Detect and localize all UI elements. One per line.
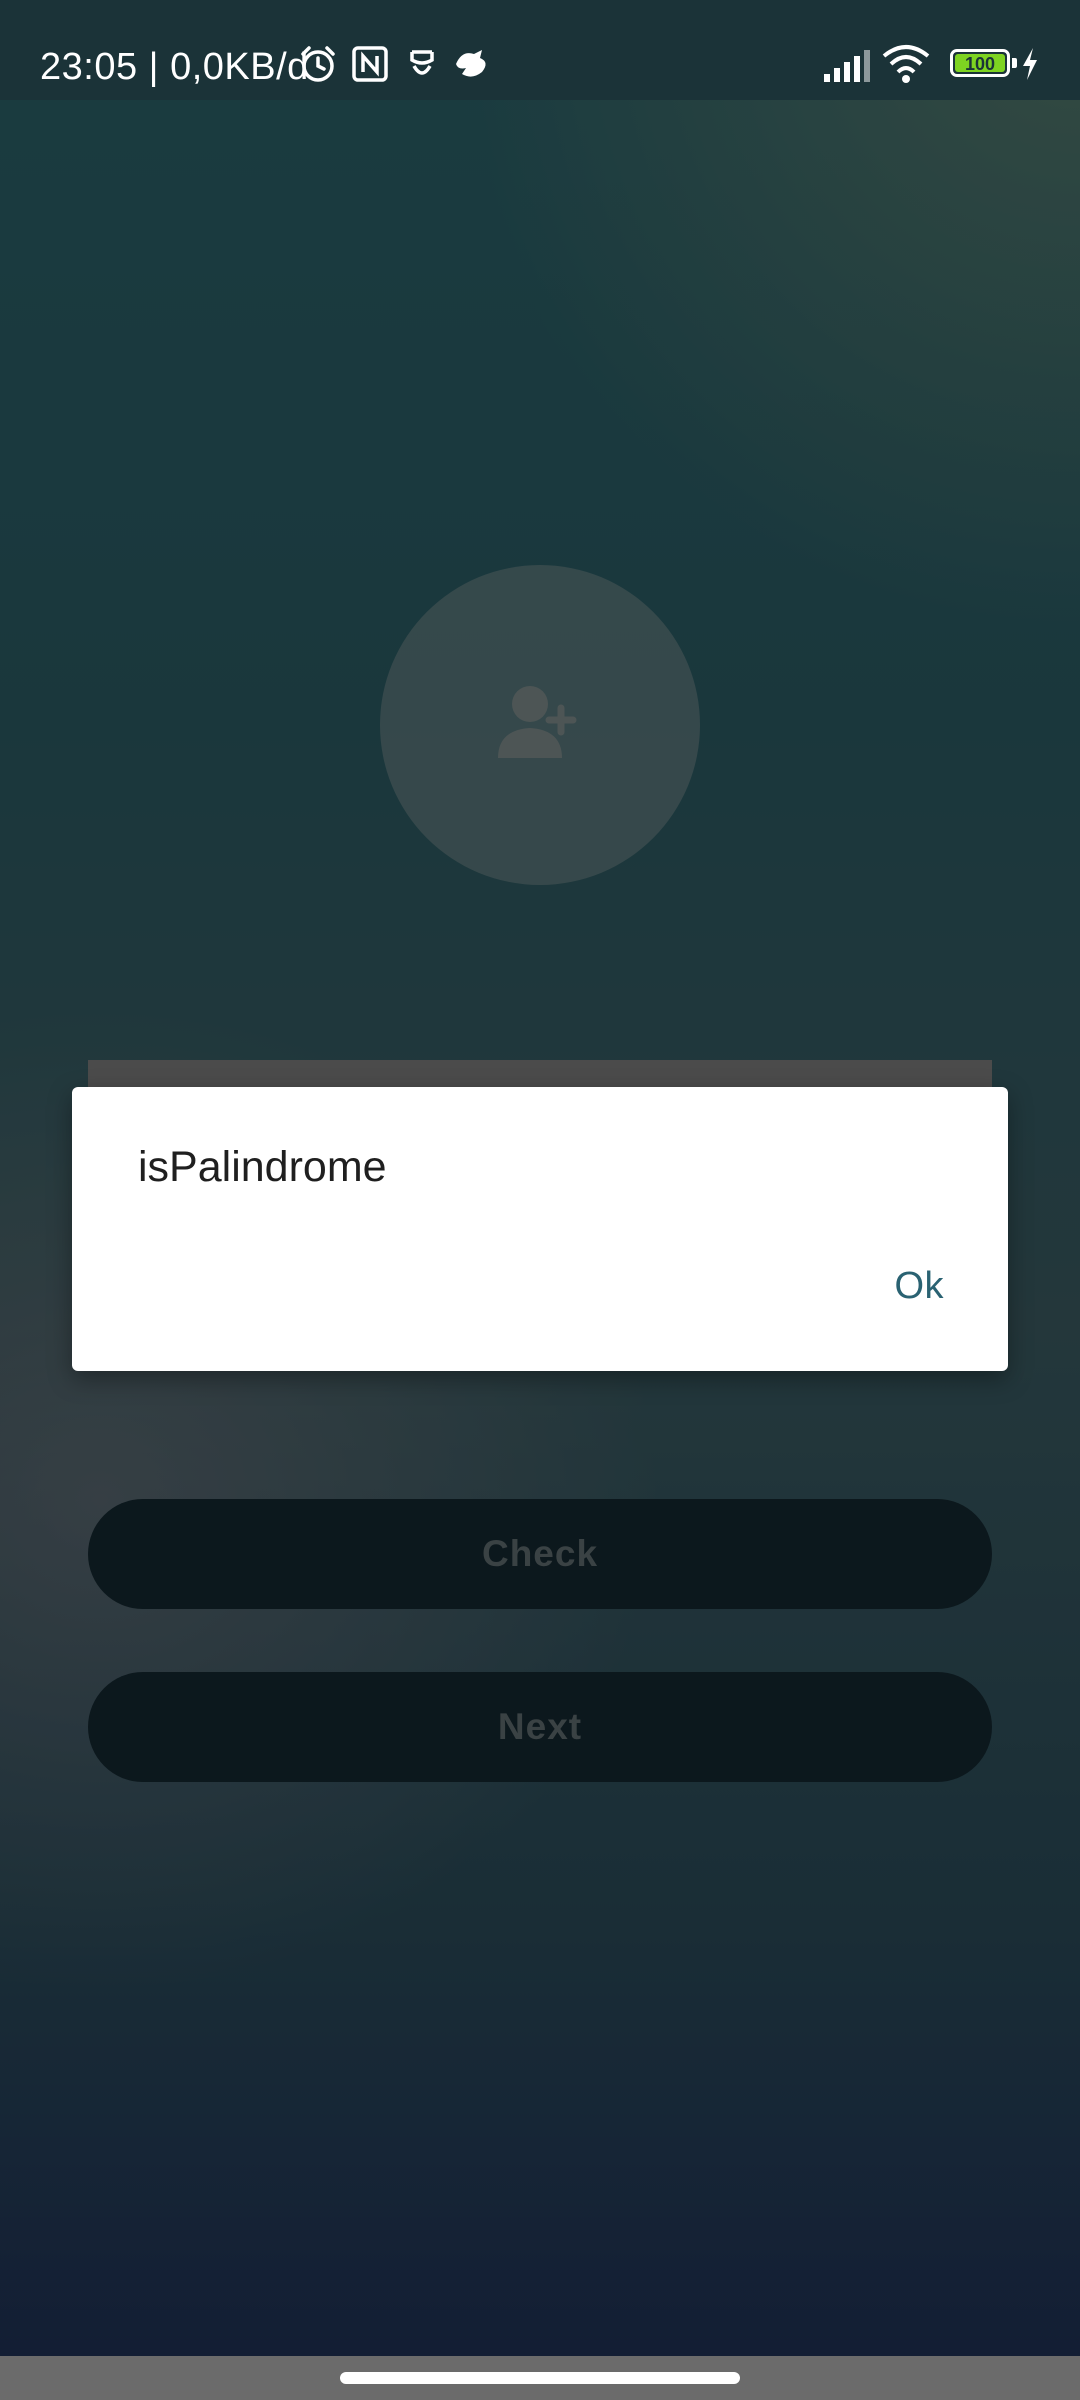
ok-button[interactable]: Ok (878, 1257, 960, 1316)
result-dialog: isPalindrome Ok (72, 1087, 1008, 1371)
status-bar: 23:05 | 0,0KB/d 100 (0, 0, 1080, 100)
home-indicator[interactable] (340, 2372, 740, 2384)
battery-icon: 100 (950, 49, 1010, 77)
charging-icon (1023, 48, 1037, 80)
status-time: 23:05 | 0,0KB/d (40, 0, 309, 100)
dialog-message: isPalindrome (138, 1143, 387, 1191)
wifi-icon (882, 45, 930, 83)
nfc-icon (352, 46, 388, 82)
battery-tip (1012, 58, 1017, 68)
alarm-icon (301, 46, 335, 82)
battery-level: 100 (955, 54, 1005, 74)
mask-icon (410, 50, 434, 75)
status-time-text: 23:05 | 0,0KB/d (40, 45, 309, 88)
signal-icon (824, 50, 870, 82)
bird-icon (456, 50, 486, 77)
navigation-bar (0, 2356, 1080, 2400)
app-screen: 23:05 | 0,0KB/d 100 Check Next isPalindr… (0, 0, 1080, 2400)
